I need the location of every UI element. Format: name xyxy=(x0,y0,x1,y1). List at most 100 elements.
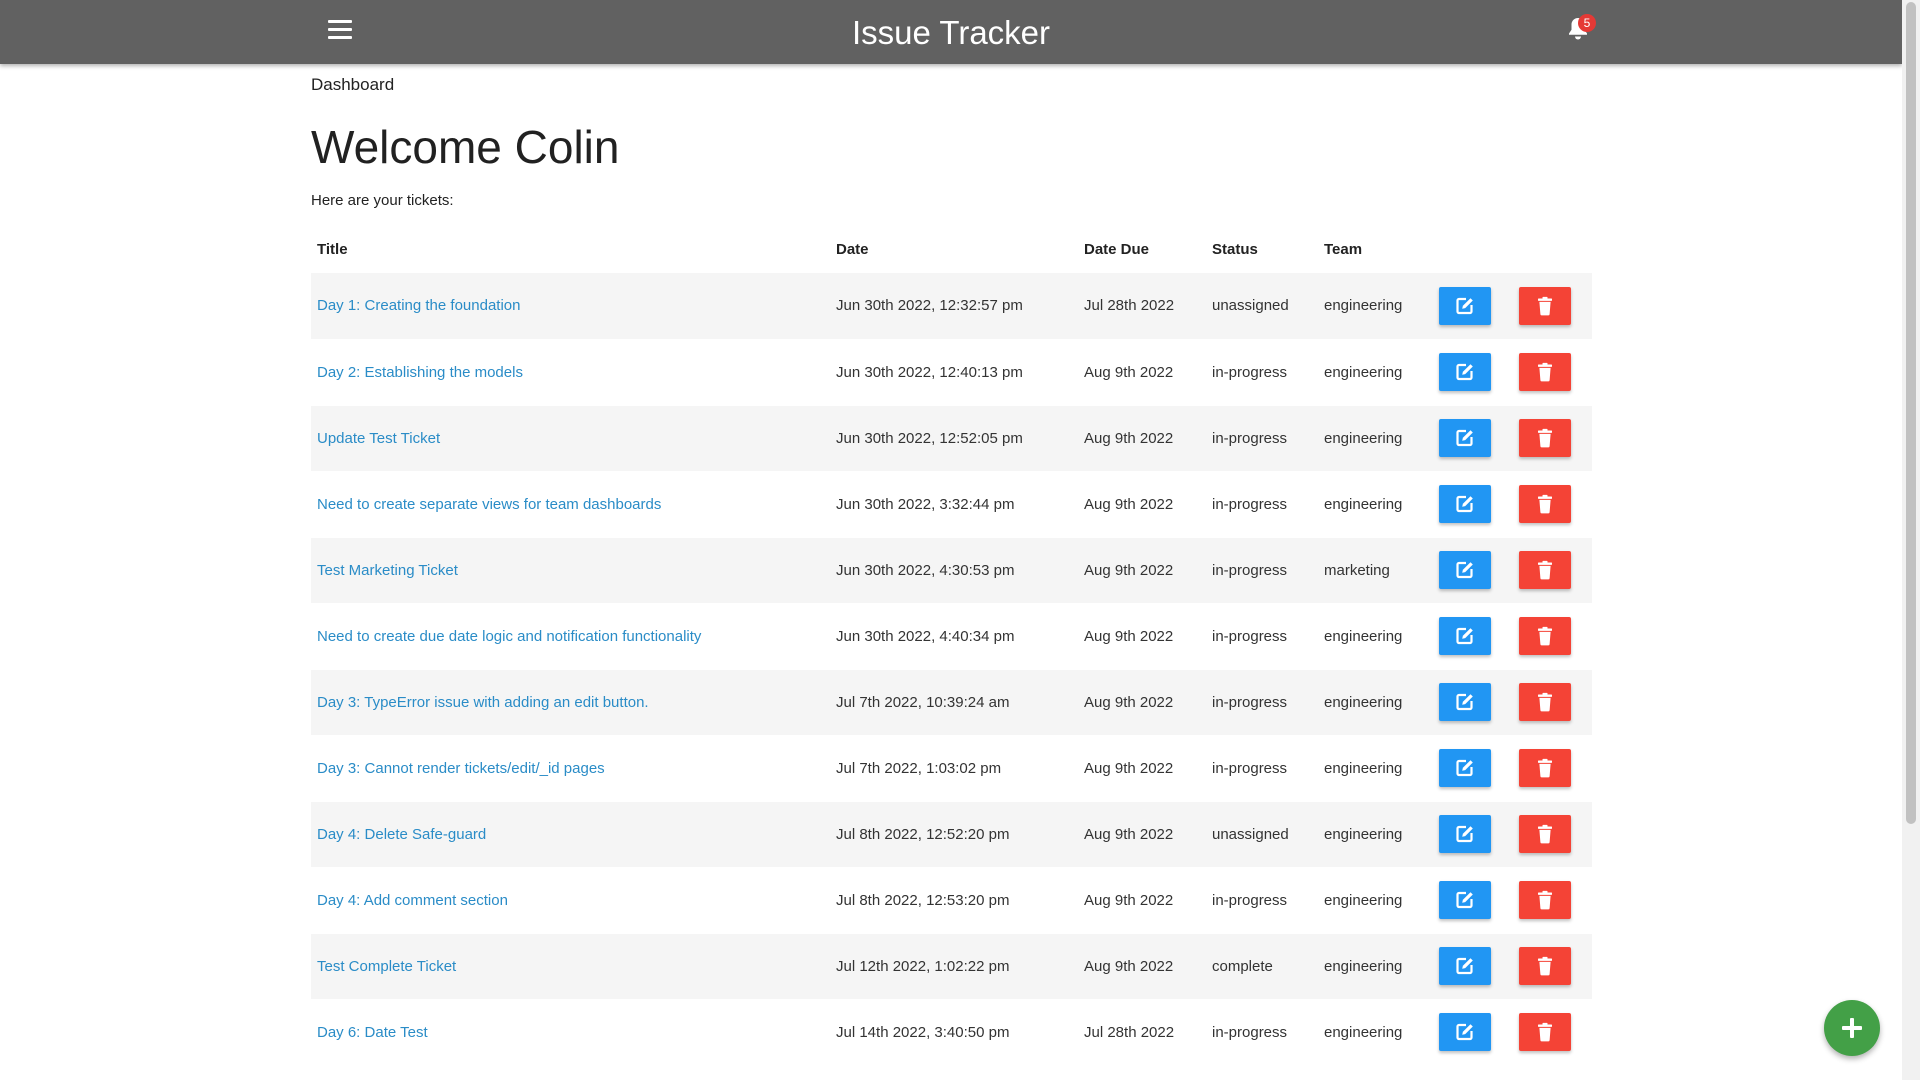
edit-icon xyxy=(1456,825,1473,843)
ticket-title-link[interactable]: Need to create due date logic and notifi… xyxy=(317,628,701,645)
ticket-team: engineering xyxy=(1324,627,1403,645)
app-title: Issue Tracker xyxy=(851,14,1051,51)
delete-button[interactable] xyxy=(1519,881,1571,919)
column-header-delete xyxy=(1513,225,1592,273)
ticket-status: in-progress xyxy=(1212,693,1288,711)
ticket-date: Jul 12th 2022, 1:02:22 pm xyxy=(836,957,1010,975)
table-row: Day 4: Add comment section Jul 8th 2022,… xyxy=(311,867,1592,933)
edit-cell xyxy=(1433,669,1513,735)
delete-button[interactable] xyxy=(1519,286,1571,325)
edit-button[interactable] xyxy=(1439,419,1491,457)
delete-button[interactable] xyxy=(1519,749,1571,787)
table-row: Day 1: Creating the foundation Jun 30th … xyxy=(311,273,1592,339)
table-row: Day 4: Delete Safe-guard Jul 8th 2022, 1… xyxy=(311,801,1592,867)
edit-button[interactable] xyxy=(1439,683,1491,721)
delete-cell xyxy=(1513,669,1592,735)
ticket-title-link[interactable]: Day 4: Add comment section xyxy=(317,892,508,909)
ticket-due-date: Aug 9th 2022 xyxy=(1084,495,1174,513)
ticket-title-link[interactable]: Update Test Ticket xyxy=(317,430,440,447)
column-header-status[interactable]: Status xyxy=(1206,225,1318,273)
edit-button[interactable] xyxy=(1439,749,1491,787)
delete-button[interactable] xyxy=(1519,617,1571,655)
ticket-status: in-progress xyxy=(1212,495,1288,513)
ticket-team: engineering xyxy=(1324,825,1403,843)
ticket-team: engineering xyxy=(1324,693,1403,711)
ticket-title-cell: Day 4: Add comment section xyxy=(311,867,830,933)
top-navbar: Issue Tracker 5 xyxy=(0,0,1902,64)
ticket-team: engineering xyxy=(1324,759,1403,777)
column-header-date[interactable]: Date xyxy=(830,225,1078,273)
ticket-status: unassigned xyxy=(1212,297,1289,315)
ticket-title-link[interactable]: Day 2: Establishing the models xyxy=(317,364,523,381)
edit-icon xyxy=(1456,297,1473,314)
scrollbar-thumb[interactable] xyxy=(1906,2,1916,824)
edit-button[interactable] xyxy=(1439,485,1491,523)
delete-button[interactable] xyxy=(1519,947,1571,985)
ticket-due-date: Aug 9th 2022 xyxy=(1084,891,1174,909)
edit-button[interactable] xyxy=(1439,815,1491,853)
ticket-team: marketing xyxy=(1324,561,1390,579)
edit-icon xyxy=(1456,627,1473,645)
ticket-title-link[interactable]: Day 3: TypeError issue with adding an ed… xyxy=(317,694,649,711)
edit-cell xyxy=(1433,339,1513,405)
delete-button[interactable] xyxy=(1519,815,1571,853)
delete-button[interactable] xyxy=(1519,353,1571,391)
table-row: Test Marketing Ticket Jun 30th 2022, 4:3… xyxy=(311,537,1592,603)
ticket-date: Jul 8th 2022, 12:52:20 pm xyxy=(836,825,1010,843)
add-ticket-button[interactable] xyxy=(1824,1000,1880,1056)
edit-button[interactable] xyxy=(1439,353,1491,391)
table-header-row: Title Date Date Due Status Team xyxy=(311,225,1592,273)
ticket-status: in-progress xyxy=(1212,1023,1288,1041)
edit-button[interactable] xyxy=(1439,1013,1491,1051)
tickets-table-body: Day 1: Creating the foundation Jun 30th … xyxy=(311,273,1592,1065)
ticket-title-link[interactable]: Day 4: Delete Safe-guard xyxy=(317,826,486,843)
ticket-due-date: Jul 28th 2022 xyxy=(1084,1023,1175,1041)
ticket-team: engineering xyxy=(1324,891,1403,909)
edit-cell xyxy=(1433,867,1513,933)
edit-button[interactable] xyxy=(1439,881,1491,919)
column-header-date-due[interactable]: Date Due xyxy=(1078,225,1206,273)
ticket-title-link[interactable]: Day 1: Creating the foundation xyxy=(317,297,520,314)
edit-button[interactable] xyxy=(1439,286,1491,325)
trash-icon xyxy=(1538,1022,1552,1042)
delete-cell xyxy=(1513,867,1592,933)
ticket-status: in-progress xyxy=(1212,627,1288,645)
ticket-title-link[interactable]: Test Complete Ticket xyxy=(317,958,456,975)
table-row: Day 2: Establishing the models Jun 30th … xyxy=(311,339,1592,405)
delete-button[interactable] xyxy=(1519,485,1571,523)
edit-button[interactable] xyxy=(1439,551,1491,589)
ticket-team: engineering xyxy=(1324,363,1403,381)
ticket-title-link[interactable]: Day 6: Date Test xyxy=(317,1024,428,1041)
edit-icon xyxy=(1456,1023,1473,1041)
edit-cell xyxy=(1433,273,1513,339)
ticket-due-date: Aug 9th 2022 xyxy=(1084,693,1174,711)
edit-button[interactable] xyxy=(1439,947,1491,985)
delete-button[interactable] xyxy=(1519,1013,1571,1051)
trash-icon xyxy=(1538,824,1552,844)
ticket-date: Jun 30th 2022, 12:40:13 pm xyxy=(836,363,1023,381)
edit-cell xyxy=(1433,933,1513,999)
edit-cell xyxy=(1433,603,1513,669)
delete-button[interactable] xyxy=(1519,551,1571,589)
ticket-title-link[interactable]: Need to create separate views for team d… xyxy=(317,496,661,513)
delete-button[interactable] xyxy=(1519,419,1571,457)
ticket-title-link[interactable]: Test Marketing Ticket xyxy=(317,562,458,579)
ticket-title-link[interactable]: Day 3: Cannot render tickets/edit/_id pa… xyxy=(317,760,605,777)
ticket-date: Jul 7th 2022, 1:03:02 pm xyxy=(836,759,1002,777)
delete-button[interactable] xyxy=(1519,683,1571,721)
ticket-due-date: Aug 9th 2022 xyxy=(1084,627,1174,645)
ticket-date: Jun 30th 2022, 12:52:05 pm xyxy=(836,429,1023,447)
plus-icon xyxy=(1842,1018,1862,1038)
edit-cell xyxy=(1433,405,1513,471)
column-header-title[interactable]: Title xyxy=(311,225,830,273)
edit-icon xyxy=(1456,561,1473,579)
edit-icon xyxy=(1456,759,1473,777)
ticket-status: in-progress xyxy=(1212,363,1288,381)
ticket-due-date: Aug 9th 2022 xyxy=(1084,759,1174,777)
column-header-team[interactable]: Team xyxy=(1318,225,1433,273)
ticket-status: unassigned xyxy=(1212,825,1289,843)
page-scrollbar[interactable] xyxy=(1902,0,1920,1080)
edit-icon xyxy=(1456,957,1473,975)
edit-button[interactable] xyxy=(1439,617,1491,655)
ticket-title-cell: Day 6: Date Test xyxy=(311,999,830,1065)
